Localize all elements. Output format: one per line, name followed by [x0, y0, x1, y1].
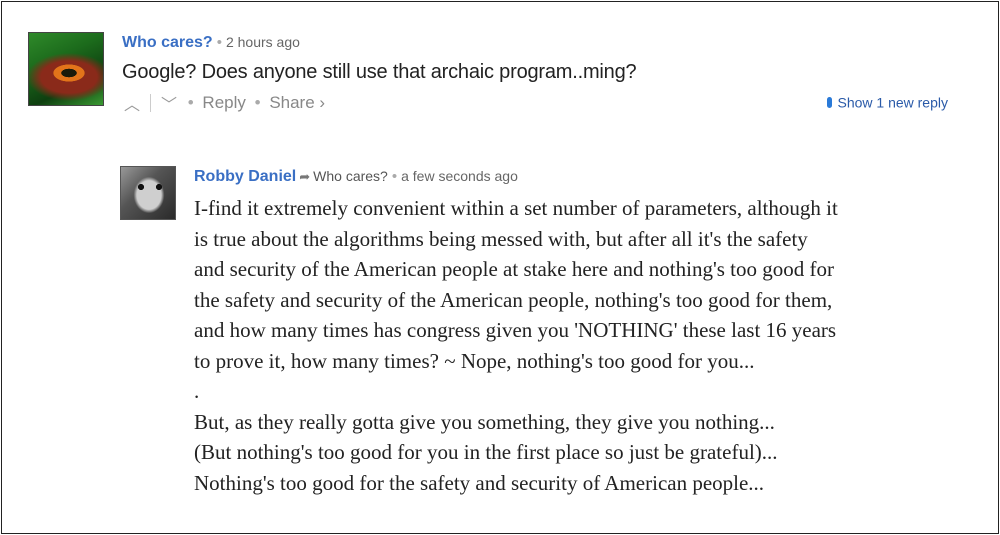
comment-thread: Who cares? • 2 hours ago Google? Does anyo… — [1, 1, 999, 534]
chevron-down-icon[interactable]: ﹀ — [159, 91, 179, 115]
share-button[interactable]: Share › — [269, 93, 325, 112]
comment-meta: Who cares? • 2 hours ago — [122, 32, 962, 53]
comment-text: Google? Does anyone still use that archa… — [122, 61, 637, 83]
comment-body: Who cares? • 2 hours ago Google? Does anyo… — [122, 32, 962, 115]
show-new-reply-label: Show 1 new reply — [837, 94, 948, 111]
timestamp[interactable]: a few seconds ago — [401, 168, 518, 184]
author-name[interactable]: Robby Daniel — [194, 168, 296, 185]
separator-dot: • — [391, 168, 398, 185]
comment-body: Robby Daniel ➦ Who cares? • a few seconds ag… — [194, 166, 974, 498]
reply-to-link[interactable]: Who cares? — [313, 168, 388, 184]
timestamp[interactable]: 2 hours ago — [226, 34, 300, 50]
chevron-up-icon[interactable]: ︿ — [122, 91, 142, 115]
comment-text: I-find it extremely convenient within a … — [194, 196, 838, 495]
divider — [150, 94, 151, 112]
show-new-reply-button[interactable]: Show 1 new reply — [827, 93, 948, 110]
comment-meta: Robby Daniel ➦ Who cares? • a few seconds ag… — [194, 166, 974, 187]
avatar[interactable] — [28, 32, 104, 106]
reply-button[interactable]: Reply — [202, 93, 245, 112]
separator-dot: • — [254, 93, 261, 112]
avatar[interactable] — [120, 166, 176, 220]
separator-dot: • — [216, 34, 222, 51]
author-name[interactable]: Who cares? — [122, 34, 213, 51]
comment-actions: ︿ ﹀ • Reply • Share › Show 1 new reply — [122, 91, 962, 115]
separator-dot: • — [187, 93, 194, 112]
reply-arrow-icon: ➦ — [299, 169, 311, 184]
new-reply-indicator-icon — [827, 96, 833, 108]
